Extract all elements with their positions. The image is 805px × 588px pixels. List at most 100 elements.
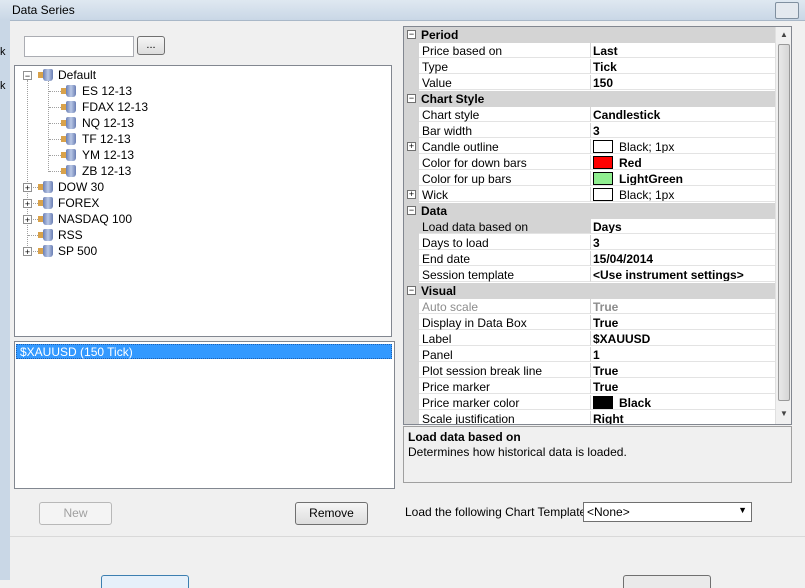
property-value[interactable]: True xyxy=(591,315,775,330)
series-list[interactable]: $XAUUSD (150 Tick) xyxy=(14,341,395,489)
property-row[interactable]: Label $XAUUSD xyxy=(404,331,775,347)
property-name: Candle outline xyxy=(419,139,591,154)
property-grid[interactable]: − Period Price based on Last Type Tick V… xyxy=(403,26,792,425)
expand-icon[interactable]: + xyxy=(23,215,32,225)
row-margin xyxy=(404,379,419,395)
property-row[interactable]: Color for down bars Red xyxy=(404,155,775,171)
property-value[interactable]: Candlestick xyxy=(591,107,775,122)
collapse-icon[interactable]: − xyxy=(407,94,416,103)
ok-button[interactable] xyxy=(101,575,189,588)
property-row-selected[interactable]: Load data based on Days xyxy=(404,219,775,235)
scroll-down-icon[interactable]: ▼ xyxy=(776,406,791,422)
close-button[interactable] xyxy=(775,2,799,19)
expand-icon[interactable]: + xyxy=(407,142,416,151)
property-value[interactable]: True xyxy=(591,363,775,378)
property-value[interactable]: $XAUUSD xyxy=(591,331,775,346)
property-value[interactable]: 3 xyxy=(591,123,775,138)
row-margin xyxy=(404,299,419,315)
property-value[interactable]: LightGreen xyxy=(591,171,775,186)
tree-node-label: ES 12-13 xyxy=(82,84,133,98)
row-margin xyxy=(404,107,419,123)
scroll-up-icon[interactable]: ▲ xyxy=(776,27,791,43)
tree-node-label: FOREX xyxy=(58,196,100,210)
property-row[interactable]: End date 15/04/2014 xyxy=(404,251,775,267)
instrument-tree[interactable]: − Default ES 12-13 FDAX 12-13 NQ 12-13 T… xyxy=(14,65,392,337)
property-row[interactable]: Color for up bars LightGreen xyxy=(404,171,775,187)
property-value[interactable]: 150 xyxy=(591,75,775,90)
property-row[interactable]: Value 150 xyxy=(404,75,775,91)
property-grid-scrollbar[interactable]: ▲ ▼ xyxy=(775,27,791,424)
tree-node-label: DOW 30 xyxy=(58,180,105,194)
color-swatch xyxy=(593,396,613,409)
collapse-icon[interactable]: − xyxy=(407,30,416,39)
category-period[interactable]: − Period xyxy=(404,27,775,43)
property-row[interactable]: Price marker color Black xyxy=(404,395,775,411)
category-title: Data xyxy=(421,204,448,218)
row-margin xyxy=(404,43,419,59)
property-value[interactable]: 1 xyxy=(591,347,775,362)
cancel-button[interactable] xyxy=(623,575,711,588)
property-value[interactable]: Black; 1px xyxy=(591,139,775,154)
database-icon xyxy=(38,69,53,81)
property-row[interactable]: + Wick Black; 1px xyxy=(404,187,775,203)
chevron-down-icon: ▼ xyxy=(738,505,747,515)
property-value[interactable]: Last xyxy=(591,43,775,58)
property-row[interactable]: Type Tick xyxy=(404,59,775,75)
property-value[interactable]: Red xyxy=(591,155,775,170)
expand-icon[interactable]: + xyxy=(23,183,32,193)
collapse-icon[interactable]: − xyxy=(23,71,32,81)
database-icon xyxy=(61,85,76,97)
property-value[interactable]: True xyxy=(591,379,775,394)
property-name: Color for up bars xyxy=(419,171,591,186)
property-row[interactable]: Price based on Last xyxy=(404,43,775,59)
row-margin xyxy=(404,347,419,363)
category-data[interactable]: − Data xyxy=(404,203,775,219)
remove-button[interactable]: Remove xyxy=(295,502,368,525)
category-visual[interactable]: − Visual xyxy=(404,283,775,299)
tree-node-label: NQ 12-13 xyxy=(82,116,135,130)
scroll-thumb[interactable] xyxy=(778,44,790,401)
property-row[interactable]: Panel 1 xyxy=(404,347,775,363)
property-row[interactable]: Display in Data Box True xyxy=(404,315,775,331)
property-row[interactable]: Price marker True xyxy=(404,379,775,395)
tree-node-label: Default xyxy=(58,68,97,82)
property-row[interactable]: Plot session break line True xyxy=(404,363,775,379)
property-value[interactable]: Tick xyxy=(591,59,775,74)
property-value[interactable]: 15/04/2014 xyxy=(591,251,775,266)
property-row[interactable]: Auto scale True xyxy=(404,299,775,315)
property-row[interactable]: Days to load 3 xyxy=(404,235,775,251)
property-row[interactable]: Session template <Use instrument setting… xyxy=(404,267,775,283)
series-list-item[interactable]: $XAUUSD (150 Tick) xyxy=(16,344,392,359)
instrument-browse-button[interactable]: ... xyxy=(137,36,165,55)
row-margin xyxy=(404,235,419,251)
property-value[interactable]: 3 xyxy=(591,235,775,250)
database-icon xyxy=(38,229,53,241)
property-value[interactable]: Black xyxy=(591,395,775,410)
category-chart-style[interactable]: − Chart Style xyxy=(404,91,775,107)
chart-template-select[interactable]: <None> ▼ xyxy=(583,502,752,522)
property-value-text: Black; 1px xyxy=(619,140,675,154)
property-name: Price marker xyxy=(419,379,591,394)
expand-icon[interactable]: + xyxy=(23,199,32,209)
collapse-icon[interactable]: − xyxy=(407,286,416,295)
background-text: k xyxy=(0,46,6,58)
property-value[interactable]: Black; 1px xyxy=(591,187,775,202)
property-value[interactable]: <Use instrument settings> xyxy=(591,267,775,282)
new-button[interactable]: New xyxy=(39,502,112,525)
collapse-icon[interactable]: − xyxy=(407,206,416,215)
color-swatch xyxy=(593,172,613,185)
row-margin xyxy=(404,171,419,187)
property-row[interactable]: Chart style Candlestick xyxy=(404,107,775,123)
expand-icon[interactable]: + xyxy=(407,190,416,199)
property-row[interactable]: Bar width 3 xyxy=(404,123,775,139)
expand-icon[interactable]: + xyxy=(23,247,32,257)
property-name: Price marker color xyxy=(419,395,591,410)
property-row[interactable]: Scale justification Right xyxy=(404,411,775,424)
instrument-search-input[interactable] xyxy=(24,36,134,57)
property-value[interactable]: Days xyxy=(591,219,775,234)
property-name: Type xyxy=(419,59,591,74)
color-swatch xyxy=(593,156,613,169)
property-value[interactable]: Right xyxy=(591,411,775,424)
property-row[interactable]: + Candle outline Black; 1px xyxy=(404,139,775,155)
property-value-text: LightGreen xyxy=(619,172,684,186)
